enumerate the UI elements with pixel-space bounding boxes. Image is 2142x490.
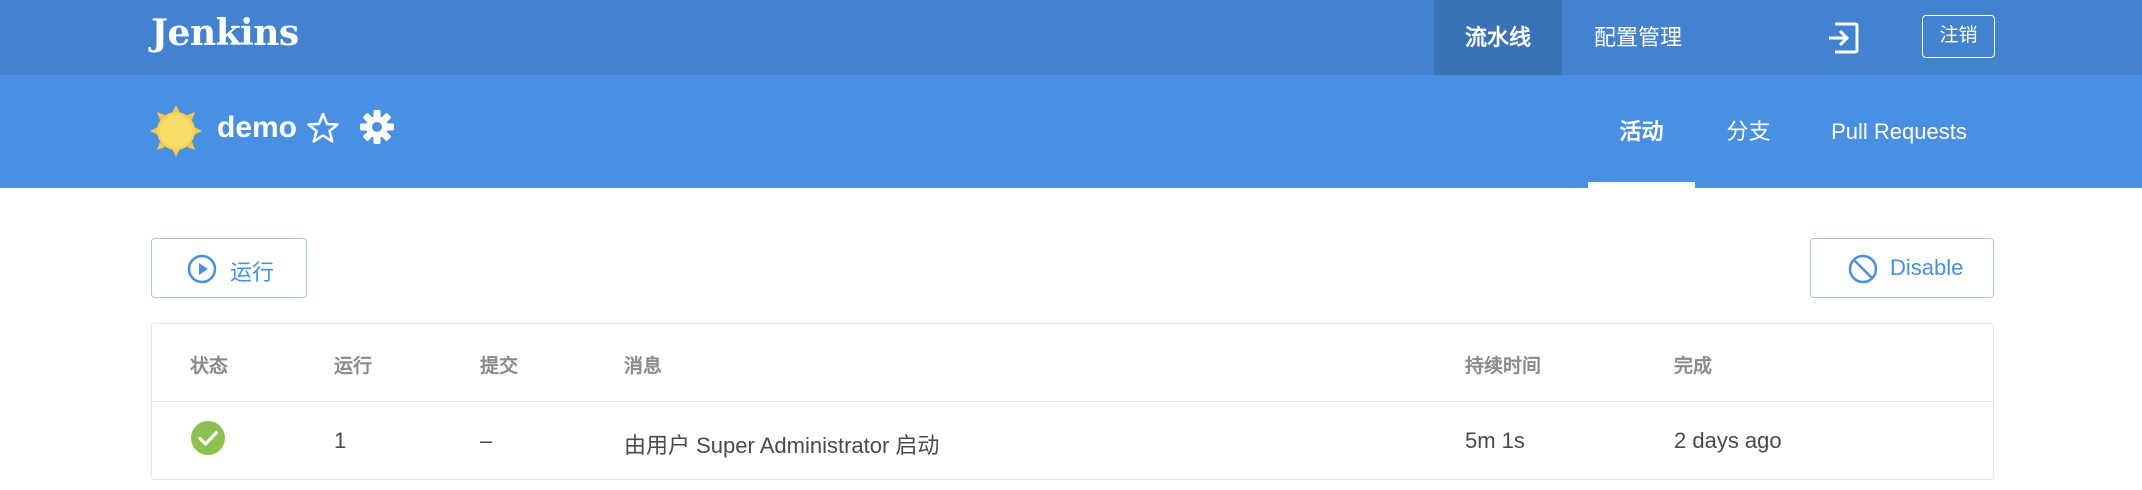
run-number: 1 bbox=[334, 428, 347, 453]
column-header-duration: 持续时间 bbox=[1465, 356, 1542, 377]
disable-button[interactable]: Disable bbox=[1810, 238, 1994, 298]
commit-id: – bbox=[480, 428, 493, 453]
run-message: 由用户 Super Administrator 启动 bbox=[624, 433, 940, 458]
column-header-message: 消息 bbox=[624, 356, 663, 377]
column-header-completed: 完成 bbox=[1674, 356, 1713, 377]
nav-item-pipelines[interactable]: 流水线 bbox=[1434, 0, 1562, 75]
gear-icon[interactable] bbox=[359, 109, 395, 145]
disable-button-label: Disable bbox=[1890, 255, 1964, 280]
play-circle-icon bbox=[187, 254, 217, 284]
star-icon[interactable] bbox=[306, 111, 340, 145]
top-navigation-bar: Jenkins 流水线 配置管理 注销 bbox=[0, 0, 2142, 75]
column-header-run: 运行 bbox=[334, 356, 373, 377]
tab-branches[interactable]: 分支 bbox=[1695, 75, 1802, 188]
disabled-circle-icon bbox=[1848, 254, 1878, 284]
run-button[interactable]: 运行 bbox=[151, 238, 307, 298]
run-duration: 5m 1s bbox=[1465, 428, 1525, 453]
job-header: demo 活动 分支 Pull Requests bbox=[0, 75, 2142, 188]
sunny-weather-icon bbox=[150, 105, 202, 157]
nav-item-administration[interactable]: 配置管理 bbox=[1562, 0, 1714, 75]
column-header-status: 状态 bbox=[190, 356, 229, 377]
run-completed-time: 2 days ago bbox=[1674, 428, 1782, 453]
jenkins-logo[interactable]: Jenkins bbox=[151, 12, 299, 54]
signout-button[interactable]: 注销 bbox=[1922, 15, 1995, 58]
tab-activity[interactable]: 活动 bbox=[1588, 75, 1695, 188]
tab-pull-requests[interactable]: Pull Requests bbox=[1802, 75, 1996, 188]
run-button-label: 运行 bbox=[230, 260, 275, 285]
table-header: 状态 运行 提交 消息 持续时间 完成 bbox=[152, 324, 1993, 402]
success-check-icon bbox=[191, 421, 225, 455]
job-name[interactable]: demo bbox=[217, 111, 297, 145]
column-header-commit: 提交 bbox=[480, 356, 519, 377]
activity-table: 状态 运行 提交 消息 持续时间 完成 1 – 由用户 Super Admini… bbox=[151, 323, 1994, 480]
logout-icon[interactable] bbox=[1826, 21, 1860, 55]
